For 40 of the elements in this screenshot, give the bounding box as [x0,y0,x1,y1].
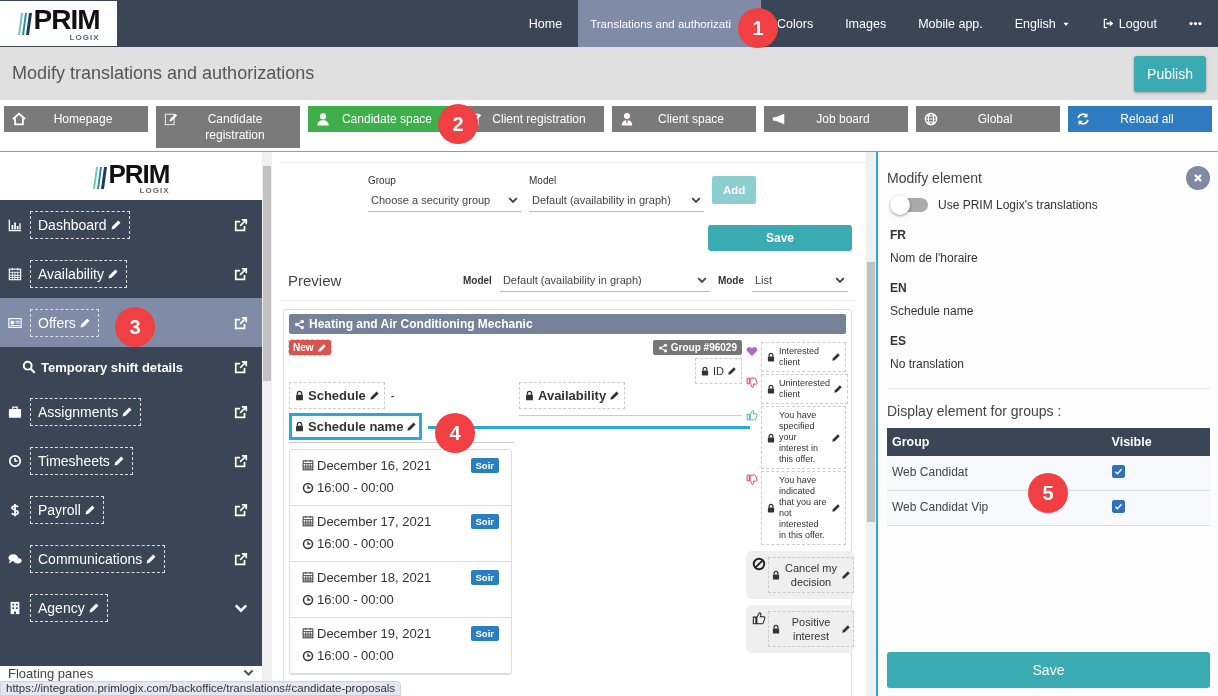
shift-time: 16:00 - 00:00 [302,648,471,664]
panel-title: Modify element [887,170,982,186]
column-header: Group [887,428,1107,456]
language-code: EN [890,281,908,295]
group-badge: Group #96029 [652,340,742,355]
logo-tagline: LOGIX [69,33,100,42]
shift-time: 16:00 - 00:00 [302,480,471,496]
field-label: Group [368,175,397,186]
translation-text: Nom de l'horaire [890,251,979,265]
preview-heading: Preview [288,272,342,289]
floating-panes-label: Floating panes [8,667,94,681]
callout-tooltip: 4 [435,413,475,453]
shift-date: December 19, 2021 [302,625,471,641]
shift-tag: Soir [470,513,499,529]
field-label: Mode [717,275,744,286]
job-title: Heating and Air Conditioning Mechanic [309,317,533,331]
shift-date: December 17, 2021 [302,513,471,529]
language-code: ES [890,334,907,348]
toggle-label: Use PRIM Logix's translations [938,198,1098,212]
field-label: Model [529,175,558,186]
link-preview-tooltip: https://integration.primlogix.com/backoffice/translations#candidate-proposals [0,681,402,696]
callout-tooltip: 2 [438,104,478,144]
shift-time: 16:00 - 00:00 [302,592,471,608]
shift-time: 16:00 - 00:00 [302,536,471,552]
page-title: Modify translations and authorizations [12,63,315,84]
logo-text: PRIM [33,5,100,34]
language-code: FR [890,228,907,242]
column-header: Visible [1106,428,1210,456]
logo-tagline: LOGIX [139,187,170,195]
shift-date: December 18, 2021 [302,569,471,585]
shift-tag: Soir [470,569,499,585]
field-label: Model [463,275,492,286]
section-title: Display element for groups : [887,403,1063,419]
shift-tag: Soir [470,625,499,641]
translation-text: Schedule name [890,304,975,318]
shift-tag: Soir [470,457,499,473]
shift-date: December 16, 2021 [302,457,471,473]
logo-text: PRIM [108,161,170,187]
translation-text: No translation [890,357,966,371]
separator: - [390,388,395,403]
